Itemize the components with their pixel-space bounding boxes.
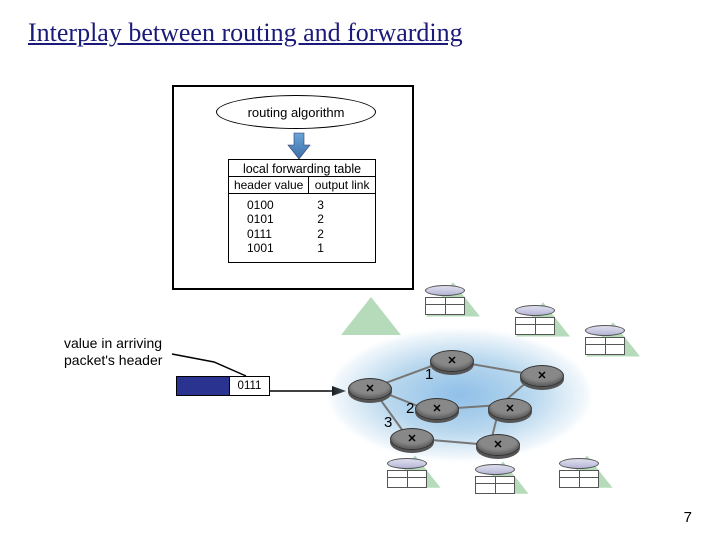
link-label-3: 3 bbox=[384, 414, 392, 431]
table-row: 0111 bbox=[247, 227, 309, 241]
forwarding-table-title: local forwarding table bbox=[229, 160, 375, 176]
callout-line bbox=[170, 352, 280, 382]
router-icon bbox=[520, 365, 564, 387]
table-row: 2 bbox=[317, 212, 375, 226]
mini-router-table bbox=[556, 458, 602, 488]
table-row: 2 bbox=[317, 227, 375, 241]
routing-algorithm-label: routing algorithm bbox=[248, 105, 345, 120]
forwarding-table-header: header value output link bbox=[229, 176, 375, 194]
page-number: 7 bbox=[684, 509, 692, 526]
table-row: 0100 bbox=[247, 198, 309, 212]
mini-router-table bbox=[422, 285, 468, 315]
link-label-2: 2 bbox=[406, 400, 414, 417]
beam-icon bbox=[336, 297, 406, 343]
routing-algorithm-oval: routing algorithm bbox=[216, 95, 376, 129]
slide-title: Interplay between routing and forwarding bbox=[28, 18, 463, 48]
mini-router-table bbox=[472, 464, 518, 494]
link-label-1: 1 bbox=[425, 366, 433, 383]
arrow-down-icon bbox=[286, 131, 312, 161]
router-icon bbox=[390, 428, 434, 450]
col-header-value: header value bbox=[229, 177, 309, 193]
arriving-packet-label: value in arriving packet's header bbox=[64, 335, 162, 369]
router-icon bbox=[476, 434, 520, 456]
forwarding-table: local forwarding table header value outp… bbox=[228, 159, 376, 263]
table-row: 1001 bbox=[247, 241, 309, 255]
table-row: 3 bbox=[317, 198, 375, 212]
mini-router-table bbox=[384, 458, 430, 488]
table-row: 0101 bbox=[247, 212, 309, 226]
router-icon bbox=[488, 398, 532, 420]
mini-router-table bbox=[582, 325, 628, 355]
router-icon bbox=[348, 378, 392, 400]
col-output-link: output link bbox=[309, 177, 375, 193]
mini-router-table bbox=[512, 305, 558, 335]
router-icon bbox=[415, 398, 459, 420]
router-box: routing algorithm local forwarding table… bbox=[172, 85, 414, 290]
forwarding-table-rows: 0100 0101 0111 1001 3 2 2 1 bbox=[229, 194, 375, 262]
table-row: 1 bbox=[317, 241, 375, 255]
router-icon bbox=[430, 350, 474, 372]
